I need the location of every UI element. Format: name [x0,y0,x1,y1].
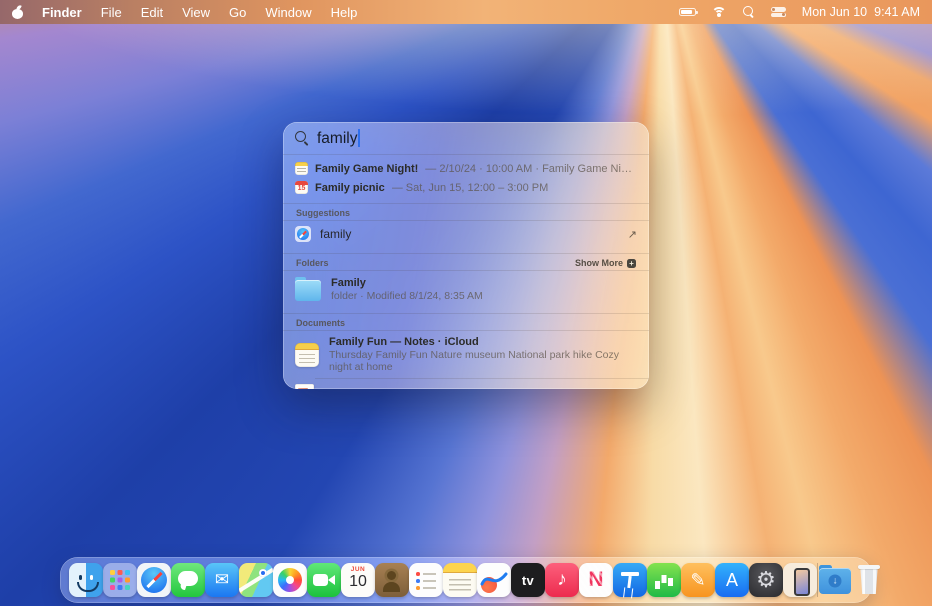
spotlight-search-field[interactable]: family [283,122,649,154]
dock-app-store-icon[interactable]: A [715,563,749,597]
top-result-family-picnic[interactable]: 15 Family picnic — Sat, Jun 15, 12:00 – … [283,178,649,197]
dock-mail-icon[interactable]: ✉ [205,563,239,597]
section-header-documents: Documents [283,314,649,330]
menu-time: 9:41 AM [874,5,920,19]
result-title: Family picnic [315,182,385,194]
spotlight-menu-icon[interactable] [743,6,755,18]
folder-icon [295,280,321,301]
folder-subtitle: folder · Modified 8/1/24, 8:35 AM [331,290,483,302]
dock: ✉ JUN10 tv ♪ N ✎ A ⚙ ↓ [60,557,872,603]
dock-apple-tv-icon[interactable]: tv [511,563,545,597]
dock-calendar-icon[interactable]: JUN10 [341,563,375,597]
document-title: Family Fun — Notes · iCloud [329,336,637,348]
document-row-family-fun[interactable]: Family Fun — Notes · iCloud Thursday Fam… [283,331,649,378]
control-center-icon[interactable] [771,7,786,17]
calendar-mini-icon: 15 [295,181,308,194]
dock-downloads-icon[interactable]: ↓ [818,563,852,597]
menu-app-name[interactable]: Finder [42,5,82,20]
menu-date: Mon Jun 10 [802,5,867,19]
dock-numbers-icon[interactable] [647,563,681,597]
folder-row-family[interactable]: Family folder · Modified 8/1/24, 8:35 AM [283,271,649,307]
result-title: Family Game Night! [315,163,418,175]
apple-menu-icon[interactable] [12,6,23,19]
suggestion-label: family [320,227,351,241]
dock-notes-icon[interactable] [443,563,477,597]
safari-mini-icon [295,226,311,242]
dock-freeform-icon[interactable] [477,563,511,597]
open-arrow-icon[interactable]: ↗ [628,228,637,241]
result-detail: — Sat, Jun 15, 12:00 – 3:00 PM [392,182,549,194]
search-icon [295,131,309,145]
dock-finder-icon[interactable] [69,563,103,597]
menu-file[interactable]: File [101,5,122,20]
section-header-suggestions: Suggestions [283,204,649,220]
notes-mini-icon [295,162,308,175]
spotlight-panel: family Family Game Night! — 2/10/24 · 10… [283,122,649,389]
dock-maps-icon[interactable] [239,563,273,597]
wifi-icon[interactable] [712,7,727,18]
dock-news-icon[interactable]: N [579,563,613,597]
show-more-button[interactable]: Show More + [575,258,636,268]
menu-help[interactable]: Help [331,5,358,20]
dock-iphone-mirroring-icon[interactable] [783,563,817,597]
folder-title: Family [331,277,483,289]
section-header-folders: Folders Show More + [283,254,649,270]
menu-bar: Finder File Edit View Go Window Help Mon… [0,0,932,24]
menu-edit[interactable]: Edit [141,5,163,20]
desktop: Finder File Edit View Go Window Help Mon… [0,0,932,606]
notes-document-icon [295,343,319,367]
dock-system-settings-icon[interactable]: ⚙ [749,563,783,597]
dock-pages-icon[interactable]: ✎ [681,563,715,597]
search-input[interactable]: family [317,129,360,148]
dock-trash-icon[interactable] [852,563,886,597]
dock-messages-icon[interactable] [171,563,205,597]
menu-clock[interactable]: Mon Jun 10 9:41 AM [802,5,920,19]
menu-window[interactable]: Window [265,5,311,20]
dock-photos-icon[interactable] [273,563,307,597]
menu-go[interactable]: Go [229,5,246,20]
dock-reminders-icon[interactable] [409,563,443,597]
menu-view[interactable]: View [182,5,210,20]
dock-contacts-icon[interactable] [375,563,409,597]
document-row-lebanese-recipes[interactable]: Lebanese Family Recipes.pages [283,379,649,389]
dock-facetime-icon[interactable] [307,563,341,597]
pages-document-icon [295,384,314,389]
dock-keynote-icon[interactable] [613,563,647,597]
dock-launchpad-icon[interactable] [103,563,137,597]
dock-music-icon[interactable]: ♪ [545,563,579,597]
document-subtitle: Thursday Family Fun Nature museum Nation… [329,349,637,373]
show-more-icon: + [627,259,636,268]
result-detail: — 2/10/24 · 10:00 AM · Family Game Night… [425,163,637,175]
battery-icon[interactable] [679,8,696,17]
dock-safari-icon[interactable] [137,563,171,597]
text-caret [358,129,360,147]
top-result-game-night[interactable]: Family Game Night! — 2/10/24 · 10:00 AM … [283,159,649,178]
suggestion-row-family[interactable]: family ↗ [283,221,649,247]
